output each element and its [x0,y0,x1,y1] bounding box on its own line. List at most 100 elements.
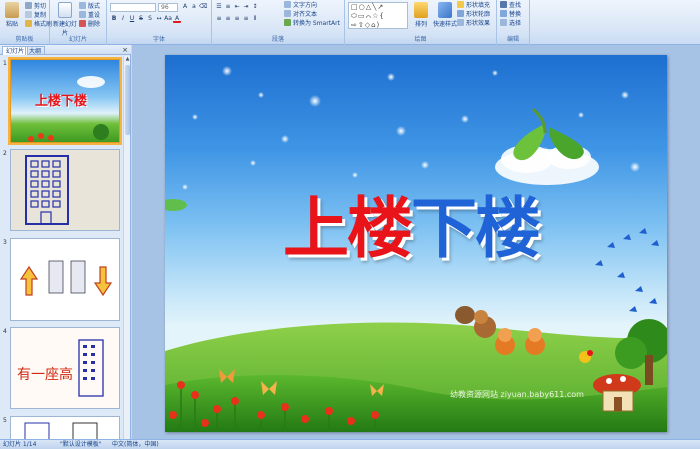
shape-outline-button[interactable]: 形状轮廓 [457,10,490,19]
thumbnail-slide-4[interactable]: 有一座高 [10,327,120,409]
arrows-drawing [19,260,113,297]
effects-icon [457,19,464,26]
shapes-gallery[interactable]: □○△╲↗ ⬭▭⌒☆{⇨⇧◇⌂) [348,2,408,29]
replace-icon [500,10,507,17]
brush-icon [25,20,32,27]
ribbon: 粘贴 剪切 复制 格式刷 剪贴板 新建幻灯片 版式 重设 删除 幻灯片 96 A… [0,0,700,45]
shape-fill-label: 形状填充 [466,2,491,9]
align-text-button[interactable]: 对齐文本 [284,10,317,19]
paste-icon [5,2,19,18]
reset-label: 重设 [88,12,101,19]
bullets-icon[interactable]: ☰ [215,3,223,11]
title-part-red: 上楼 [283,190,413,267]
quick-styles-button[interactable]: 快速样式 [433,2,457,28]
smartart-button[interactable]: 转换为 SmartArt [284,19,340,28]
increase-indent-icon[interactable]: ⇥ [242,3,250,11]
tab-outline[interactable]: 大纲 [25,46,46,55]
binoculars-icon [500,1,507,8]
select-button[interactable]: 选择 [500,19,521,28]
scroll-up-icon[interactable]: ▲ [124,56,131,63]
arrange-button[interactable]: 排列 [411,2,431,28]
columns-icon[interactable]: ⫴ [251,15,259,23]
pane-scrollbar[interactable]: ▲ [123,56,130,439]
format-painter-button[interactable]: 格式刷 [25,20,52,29]
cut-label: 剪切 [34,3,47,10]
fill-bucket-icon [457,1,464,8]
paragraph-group-label: 段落 [212,36,344,44]
strikethrough-icon[interactable]: S [137,15,145,23]
thumbnail-slide-3[interactable] [10,238,120,321]
thumbnail-number: 5 [3,417,7,424]
font-size-combo[interactable]: 96 [158,3,178,12]
close-icon[interactable]: × [122,46,128,54]
spacing-icon[interactable]: ↔ [155,15,163,23]
shrink-font-icon[interactable]: a [190,3,198,11]
thumbnail-slide-2[interactable] [10,149,120,231]
layout-icon [79,2,86,9]
decrease-indent-icon[interactable]: ⇤ [233,3,241,11]
thumbnail-number: 4 [3,328,7,335]
numbering-icon[interactable]: ≡ [224,3,232,11]
cut-button[interactable]: 剪切 [25,2,46,11]
align-text-icon [284,10,291,17]
language-status[interactable]: 中文(简体，中国) [112,440,159,449]
thumbnail-slide-5[interactable] [10,416,120,439]
delete-slide-button[interactable]: 删除 [79,20,100,29]
slide-counter: 幻灯片 1/14 [3,441,37,448]
justify-icon[interactable]: ≡ [242,15,250,23]
shape-effects-label: 形状效果 [466,20,491,27]
select-label: 选择 [509,20,522,27]
text-direction-icon [284,1,291,8]
underline-icon[interactable]: U [128,15,136,23]
slide-title[interactable]: 上楼下楼 [283,175,541,271]
drawing-group: □○△╲↗ ⬭▭⌒☆{⇨⇧◇⌂) 排列 快速样式 形状填充 形状轮廓 形状效果 绘… [345,0,497,45]
quick-styles-label: 快速样式 [433,21,458,28]
thumbnail-drawing [24,422,98,439]
replace-label: 替换 [509,11,522,18]
copy-button[interactable]: 复制 [25,11,46,20]
paste-button[interactable]: 粘贴 [2,2,22,28]
grow-font-icon[interactable]: A [181,3,189,11]
text-direction-button[interactable]: 文字方向 [284,1,317,10]
thumbnail-number: 1 [3,60,7,67]
shape-fill-button[interactable]: 形状填充 [457,1,490,10]
reset-icon [79,11,86,18]
reset-button[interactable]: 重设 [79,11,100,20]
thumbnail-list[interactable]: 1 上楼下楼 2 3 4 有一座高 5 [0,56,124,439]
thumbnail-slide-1[interactable]: 上楼下楼 [8,57,122,145]
scissors-icon [25,2,32,9]
shape-effects-button[interactable]: 形状效果 [457,19,490,28]
font-name-combo[interactable] [110,3,156,12]
new-slide-button[interactable]: 新建幻灯片 [53,2,77,37]
arrange-icon [414,2,428,18]
delete-icon [79,20,86,27]
smartart-label: 转换为 SmartArt [293,20,340,27]
title-part-blue: 下楼 [411,190,541,267]
scroll-thumb[interactable] [125,65,130,135]
change-case-icon[interactable]: Aa [164,15,172,23]
bold-icon[interactable]: B [110,15,118,23]
arrange-label: 排列 [414,21,427,28]
current-slide[interactable]: 上楼下楼 幼教资源网站 ziyuan.baby611.com [165,55,667,432]
clear-format-icon[interactable]: ⌫ [199,3,207,11]
layout-button[interactable]: 版式 [79,2,100,11]
cursor-icon [500,19,507,26]
italic-icon[interactable]: I [119,15,127,23]
font-color-icon[interactable]: A [173,15,181,23]
align-right-icon[interactable]: ≡ [233,15,241,23]
watermark-text: 幼教资源网站 ziyuan.baby611.com [450,390,584,399]
line-spacing-icon[interactable]: ↕ [251,3,259,11]
find-button[interactable]: 查找 [500,1,521,10]
align-left-icon[interactable]: ≡ [215,15,223,23]
slides-pane: 幻灯片 大纲 × 1 上楼下楼 2 3 4 有一座高 5 ▲ [0,45,131,439]
replace-button[interactable]: 替换 [500,10,521,19]
shadow-icon[interactable]: S [146,15,154,23]
align-center-icon[interactable]: ≡ [224,15,232,23]
paragraph-group: ☰ ≡ ⇤ ⇥ ↕ ≡ ≡ ≡ ≡ ⫴ 文字方向 对齐文本 转换为 SmartA… [212,0,345,45]
list-buttons: ☰ ≡ ⇤ ⇥ ↕ [215,3,259,11]
slides-group: 新建幻灯片 版式 重设 删除 幻灯片 [50,0,107,45]
font-size-buttons: A a ⌫ [181,3,207,11]
thumbnail-number: 2 [3,150,7,157]
align-buttons: ≡ ≡ ≡ ≡ ⫴ [215,15,259,23]
copy-label: 复制 [34,12,47,19]
